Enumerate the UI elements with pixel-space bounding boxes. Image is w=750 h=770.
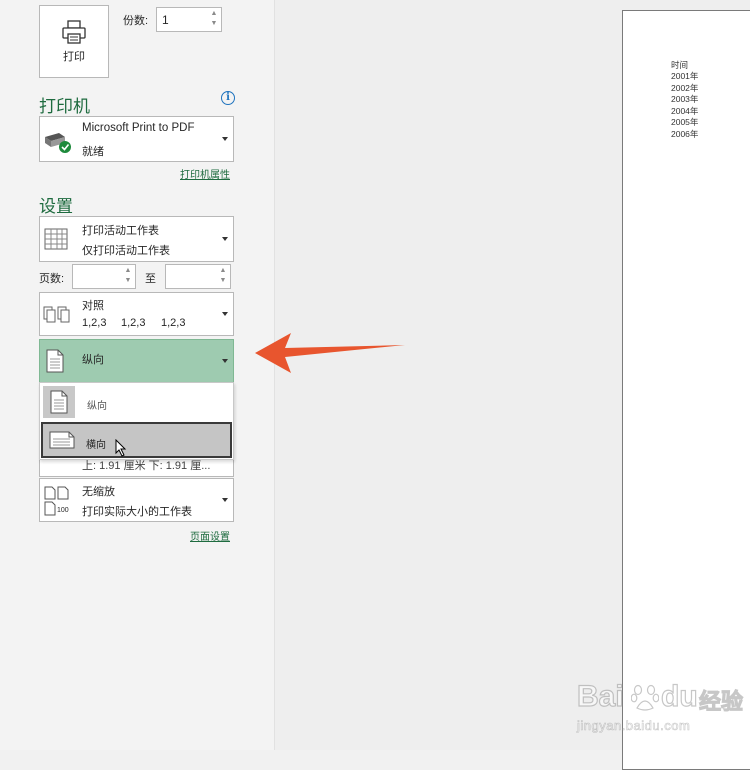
chevron-down-icon [222, 137, 228, 141]
pages-from-input[interactable]: ▲ ▼ [72, 264, 136, 289]
worksheet-grid-icon [44, 228, 68, 250]
orientation-dropdown[interactable]: 纵向 [39, 339, 234, 383]
pages-to-input[interactable]: ▲ ▼ [165, 264, 231, 289]
orientation-menu: 纵向 横向 [39, 382, 234, 460]
landscape-page-icon [49, 431, 75, 449]
collate-pages-icon [43, 306, 70, 323]
print-scope-title: 打印活动工作表 [82, 225, 159, 237]
page-setup-link[interactable]: 页面设置 [190, 528, 230, 543]
printer-ready-icon [45, 133, 71, 153]
collate-dropdown[interactable]: 对照 1,2,3 1,2,3 1,2,3 [39, 292, 234, 336]
orientation-option-label: 横向 [86, 440, 106, 451]
chevron-down-icon [222, 237, 228, 241]
watermark-brand: Bai [576, 679, 624, 713]
scaling-icon-percent: 100 [57, 507, 69, 514]
print-scope-desc: 仅打印活动工作表 [82, 245, 170, 257]
preview-cell: 2006年 [671, 128, 699, 139]
spinner-arrows-icon[interactable]: ▲ ▼ [210, 9, 218, 29]
chevron-down-icon [222, 359, 228, 363]
orientation-option-landscape[interactable]: 横向 [41, 422, 232, 458]
preview-cell: 时间 [671, 60, 689, 70]
orientation-option-portrait[interactable]: 纵向 [41, 384, 232, 420]
print-preview-page: 时间 2001年 2002年 2003年 2004年 2005年 2006年 [622, 10, 750, 770]
preview-cell: 2005年 [671, 117, 699, 127]
print-button-label: 打印 [63, 50, 85, 63]
copies-value: 1 [162, 13, 169, 27]
preview-cell: 2002年 [671, 82, 699, 93]
print-button[interactable]: 打印 [39, 5, 109, 78]
scaling-dropdown[interactable]: 100 无缩放 打印实际大小的工作表 [39, 478, 234, 522]
printer-icon [62, 19, 86, 44]
spinner-arrows-icon[interactable]: ▲ ▼ [124, 266, 132, 286]
collate-seq-1: 1,2,3 [82, 317, 107, 329]
pages-to-label: 至 [145, 273, 156, 285]
print-scope-dropdown[interactable]: 打印活动工作表 仅打印活动工作表 [39, 216, 234, 262]
pages-label: 页数: [39, 273, 65, 285]
watermark-brand-2: du [660, 679, 698, 713]
scaling-desc: 打印实际大小的工作表 [82, 506, 192, 518]
printer-status: 就绪 [82, 146, 104, 158]
watermark-cn: 经验 [698, 689, 744, 715]
baidu-jingyan-watermark: Bai du 经验 jingyan.baidu.com [576, 679, 747, 740]
preview-cell: 2003年 [671, 94, 699, 104]
copies-spinner[interactable]: 1 ▲ ▼ [156, 7, 222, 32]
printer-section-title: 打印机 [39, 97, 90, 116]
collate-title: 对照 [82, 300, 104, 312]
settings-section-title: 设置 [39, 197, 73, 216]
printer-properties-link[interactable]: 打印机属性 [180, 166, 230, 181]
chevron-down-icon [222, 312, 228, 316]
preview-cell: 2004年 [671, 105, 699, 116]
watermark-url: jingyan.baidu.com [577, 718, 691, 734]
annotation-arrow-icon [255, 333, 405, 373]
orientation-selected: 纵向 [82, 354, 104, 366]
portrait-icon-box [43, 386, 75, 418]
portrait-page-icon [50, 390, 68, 414]
printer-name: Microsoft Print to PDF [82, 122, 195, 134]
spinner-arrows-icon[interactable]: ▲ ▼ [219, 266, 227, 286]
paw-logo-icon [631, 684, 659, 711]
chevron-down-icon [222, 498, 228, 502]
preview-cell: 2001年 [671, 71, 699, 81]
info-icon[interactable]: i [221, 91, 235, 105]
collate-seq-3: 1,2,3 [161, 317, 186, 329]
mouse-cursor-icon [115, 439, 127, 457]
copies-label: 份数: [123, 15, 149, 27]
collate-seq-2: 1,2,3 [121, 317, 146, 329]
orientation-option-label: 纵向 [87, 401, 107, 412]
printer-dropdown[interactable]: Microsoft Print to PDF 就绪 [39, 116, 234, 162]
scaling-title: 无缩放 [82, 486, 115, 498]
portrait-page-icon [46, 349, 64, 373]
